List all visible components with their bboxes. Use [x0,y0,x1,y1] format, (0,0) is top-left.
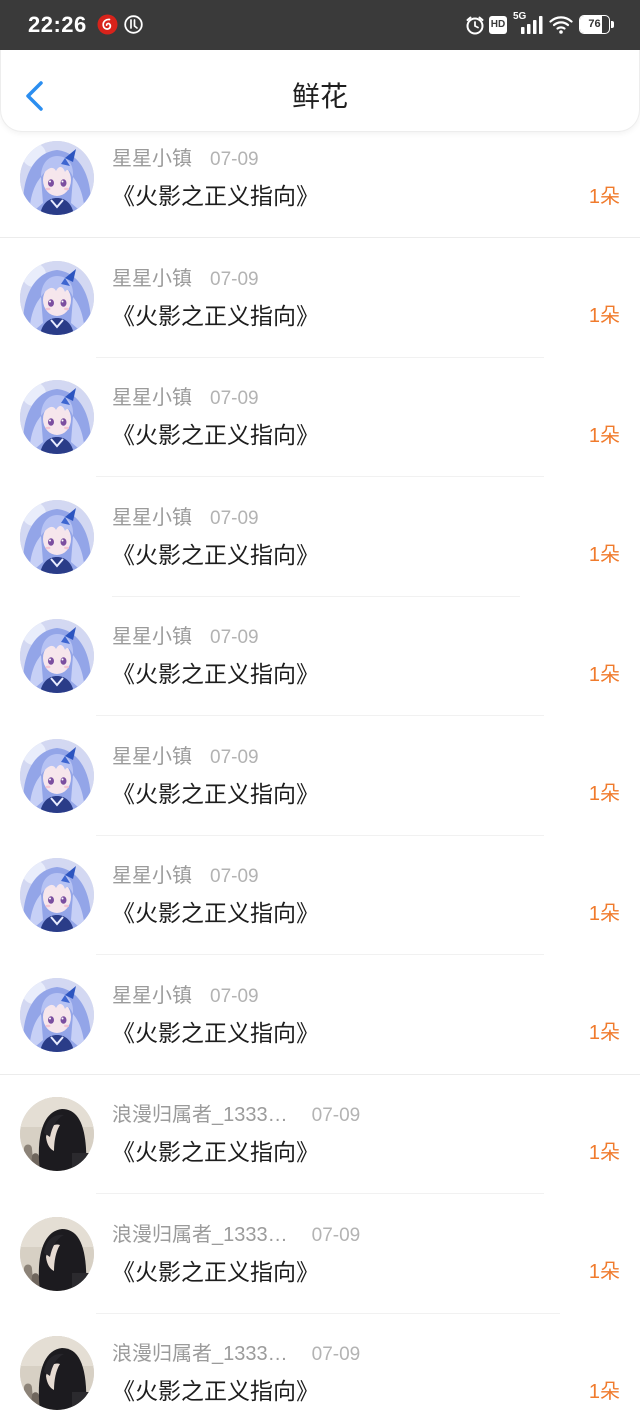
flower-count: 1朵 [588,1022,620,1044]
flower-count: 1朵 [588,544,620,566]
item-meta: 浪漫归属者_1333… 07-09 [112,1340,360,1368]
gift-date: 07-09 [210,268,259,290]
anime-girl-avatar[interactable] [20,141,94,215]
user-name: 浪漫归属者_1333… [112,1343,288,1365]
list-item[interactable]: 星星小镇 07-09 《火影之正义指向》 1朵 [0,477,640,597]
item-meta: 星星小镇 07-09 [112,862,259,890]
list-item[interactable]: 浪漫归属者_1333… 07-09 《火影之正义指向》 1朵 [0,1194,640,1314]
list-item[interactable]: 星星小镇 07-09 《火影之正义指向》 1朵 [0,119,640,238]
hd-icon: HD [489,16,507,34]
anime-girl-avatar[interactable] [20,619,94,693]
work-title: 《火影之正义指向》 [112,1258,319,1285]
dark-hair-girl-avatar[interactable] [20,1097,94,1171]
flower-count: 1朵 [588,305,620,327]
gift-date: 07-09 [311,1224,361,1246]
battery-level: 76 [588,18,601,30]
flower-count: 1朵 [588,424,620,447]
item-meta: 浪漫归属者_1333… 07-09 [112,1101,360,1129]
anime-girl-avatar[interactable] [20,977,94,1052]
anime-girl-avatar[interactable] [20,858,94,932]
page-title: 鲜花 [291,81,348,112]
gift-date: 07-09 [311,1344,361,1365]
item-meta: 星星小镇 07-09 [112,504,259,532]
work-title: 《火影之正义指向》 [112,900,319,926]
work-title: 《火影之正义指向》 [112,302,319,329]
work-title: 《火影之正义指向》 [112,1019,319,1046]
item-meta: 星星小镇 07-09 [112,982,259,1010]
item-meta: 浪漫归属者_1333… 07-09 [112,1221,360,1249]
list-item[interactable]: 浪漫归属者_1333… 07-09 《火影之正义指向》 1朵 [0,1314,640,1427]
flower-gift-list[interactable]: 星星小镇 07-09 《火影之正义指向》 1朵 星星小镇 07-09 《火影之正义指… [0,119,640,1427]
work-title: 《火影之正义指向》 [112,422,319,448]
anime-girl-avatar[interactable] [20,738,94,813]
gift-date: 07-09 [210,388,259,409]
list-item[interactable]: 星星小镇 07-09 《火影之正义指向》 1朵 [0,716,640,836]
user-name: 星星小镇 [112,387,192,409]
gift-date: 07-09 [210,985,259,1007]
item-meta: 星星小镇 07-09 [112,623,259,651]
user-name: 星星小镇 [112,626,192,648]
gift-date: 07-09 [210,746,259,768]
gift-date: 07-09 [210,866,259,887]
work-title: 《火影之正义指向》 [112,541,319,568]
battery-icon: 76 [579,15,610,34]
item-meta: 星星小镇 07-09 [112,145,259,173]
list-item[interactable]: 星星小镇 07-09 《火影之正义指向》 1朵 [0,238,640,358]
list-item[interactable]: 星星小镇 07-09 《火影之正义指向》 1朵 [0,955,640,1075]
dark-hair-girl-avatar[interactable] [20,1216,94,1291]
user-name: 星星小镇 [112,865,192,887]
user-name: 星星小镇 [112,148,192,170]
list-item[interactable]: 星星小镇 07-09 《火影之正义指向》 1朵 [0,358,640,477]
status-bar: 22:26 HD 5G 76 [0,0,640,50]
gift-date: 07-09 [210,507,259,529]
list-item[interactable]: 星星小镇 07-09 《火影之正义指向》 1朵 [0,836,640,955]
work-title: 《火影之正义指向》 [112,183,319,209]
item-meta: 星星小镇 07-09 [112,743,259,771]
flower-count: 1朵 [588,1261,620,1283]
flower-count: 1朵 [588,663,620,686]
battery-nub [611,21,614,28]
dark-hair-girl-avatar[interactable] [20,1336,94,1410]
item-meta: 星星小镇 07-09 [112,265,259,293]
work-title: 《火影之正义指向》 [112,780,319,807]
user-name: 星星小镇 [112,267,192,290]
list-item[interactable]: 星星小镇 07-09 《火影之正义指向》 1朵 [0,597,640,716]
app-header: 鲜花 [0,50,640,132]
list-item[interactable]: 浪漫归属者_1333… 07-09 《火影之正义指向》 1朵 [0,1075,640,1194]
flower-count: 1朵 [588,185,620,208]
netease-music-icon [97,14,118,35]
flower-count: 1朵 [588,783,620,805]
work-title: 《火影之正义指向》 [112,661,319,687]
clock-time: 22:26 [28,12,87,37]
item-meta: 星星小镇 07-09 [112,384,259,412]
user-name: 浪漫归属者_1333… [112,1104,288,1126]
user-name: 星星小镇 [112,506,192,529]
anime-girl-avatar[interactable] [20,260,94,335]
gift-date: 07-09 [311,1105,361,1126]
flower-count: 1朵 [588,902,620,925]
signal-5g-icon [519,15,543,34]
anime-girl-avatar[interactable] [20,380,94,454]
gift-date: 07-09 [210,627,259,648]
gift-date: 07-09 [210,149,259,170]
user-name: 星星小镇 [112,745,192,768]
user-name: 浪漫归属者_1333… [112,1223,288,1246]
wifi-icon [549,15,573,34]
circle-app-icon [124,15,143,34]
alarm-icon [465,15,485,35]
work-title: 《火影之正义指向》 [112,1378,319,1404]
flower-count: 1朵 [588,1141,620,1164]
flower-count: 1朵 [588,1380,620,1403]
work-title: 《火影之正义指向》 [112,1139,319,1165]
user-name: 星星小镇 [112,984,192,1007]
anime-girl-avatar[interactable] [20,499,94,574]
